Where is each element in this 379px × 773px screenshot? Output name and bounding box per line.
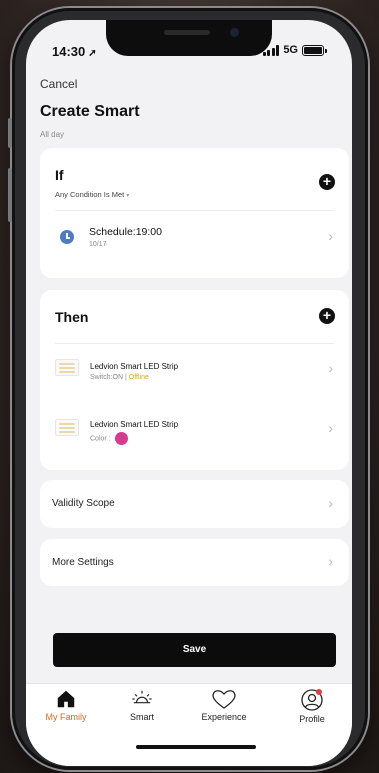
caret-down-icon: ▾ <box>126 193 130 199</box>
heart-icon <box>212 690 236 709</box>
home-icon <box>57 690 75 708</box>
offline-label: Offline <box>128 374 149 381</box>
sun-icon <box>132 690 152 704</box>
tab-my-family[interactable]: My Family <box>26 688 106 722</box>
status-indicators: 5G <box>262 44 327 56</box>
then-heading: Then <box>55 309 89 325</box>
more-settings-label: More Settings <box>52 557 114 568</box>
if-card: If + Any Condition Is Met ▾ Schedule:19:… <box>40 148 349 278</box>
page-title: Create Smart <box>40 103 140 120</box>
profile-icon <box>301 689 323 711</box>
divider <box>55 343 334 344</box>
device-name: Ledvion Smart LED Strip <box>90 362 179 371</box>
validity-scope-row[interactable]: Validity Scope › <box>40 480 349 528</box>
schedule-date: 10/17 <box>89 241 107 248</box>
tab-profile[interactable]: Profile <box>272 688 352 724</box>
device-status: Color : <box>90 432 128 445</box>
divider <box>55 210 334 211</box>
chevron-right-icon: › <box>328 228 333 244</box>
tab-label: My Family <box>45 712 87 722</box>
signal-icon <box>262 45 280 56</box>
location-arrow-icon: ➚ <box>88 48 97 59</box>
tab-label: Profile <box>299 714 325 724</box>
status-time: 14:30 ➚ <box>52 44 97 59</box>
device-status: Switch:ON | Offline <box>90 374 149 381</box>
more-settings-row[interactable]: More Settings › <box>40 539 349 586</box>
color-swatch <box>114 432 128 445</box>
tab-label: Smart <box>129 712 154 722</box>
add-action-button[interactable]: + <box>319 308 335 324</box>
clock-icon <box>60 230 74 244</box>
tab-experience[interactable]: Experience <box>184 688 264 722</box>
phone-side-button <box>8 118 12 148</box>
network-label: 5G <box>283 44 298 56</box>
add-condition-button[interactable]: + <box>319 174 335 190</box>
led-strip-icon <box>55 359 79 376</box>
save-button[interactable]: Save <box>53 633 336 667</box>
validity-scope-label: Validity Scope <box>52 498 115 509</box>
notification-badge <box>316 689 322 695</box>
speaker <box>164 30 210 35</box>
led-strip-icon <box>55 419 79 436</box>
tab-bar: My Family Smart Experience Profile <box>26 683 352 766</box>
schedule-title: Schedule:19:00 <box>89 226 162 238</box>
chevron-right-icon: › <box>328 360 333 376</box>
status-bar: 14:30 ➚ 5G <box>26 44 352 62</box>
cancel-button[interactable]: Cancel <box>40 77 77 91</box>
app-screen: 14:30 ➚ 5G Cancel Create Smart All day If… <box>26 20 352 766</box>
tab-label: Experience <box>201 712 247 722</box>
condition-dropdown[interactable]: Any Condition Is Met ▾ <box>55 190 129 199</box>
then-card: Then + Ledvion Smart LED Strip Switch:ON… <box>40 290 349 470</box>
battery-icon <box>302 45 327 56</box>
camera <box>230 28 239 37</box>
chevron-right-icon: › <box>328 420 333 436</box>
page-subtitle: All day <box>40 130 65 139</box>
device-name: Ledvion Smart LED Strip <box>90 420 179 429</box>
if-heading: If <box>55 167 64 183</box>
chevron-right-icon: › <box>328 553 333 569</box>
home-indicator <box>136 745 256 749</box>
tab-smart[interactable]: Smart <box>102 688 182 722</box>
chevron-right-icon: › <box>328 495 333 511</box>
phone-side-button <box>8 168 12 222</box>
